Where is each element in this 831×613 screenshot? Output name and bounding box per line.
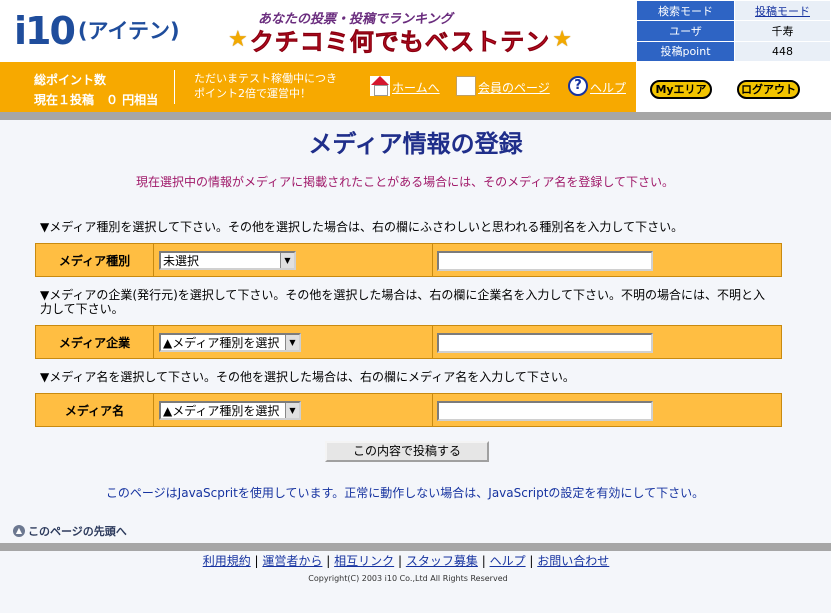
help-icon: ? — [568, 76, 588, 96]
instruction-media-name: ▼メディア名を選択して下さい。その他を選択した場合は、右の欄にメディア名を入力し… — [40, 370, 575, 384]
up-arrow-icon: ▲ — [13, 525, 25, 537]
separator: | — [254, 554, 259, 568]
points-value: 448 — [734, 40, 831, 63]
footer-link-help[interactable]: ヘルプ — [490, 554, 526, 568]
footer-link-mutual-links[interactable]: 相互リンク — [334, 554, 394, 568]
logout-button[interactable]: ログアウト — [737, 80, 800, 99]
back-to-top-label: このページの先頭へ — [28, 525, 127, 538]
footer-link-staff-recruit[interactable]: スタッフ募集 — [406, 554, 478, 568]
footer-link-from-operator[interactable]: 運営者から — [262, 554, 322, 568]
chevron-down-icon: ▼ — [285, 403, 299, 418]
home-icon — [370, 76, 390, 96]
media-type-input[interactable] — [437, 251, 653, 271]
divider — [0, 543, 831, 551]
my-area-button[interactable]: Myエリア — [650, 80, 712, 99]
back-to-top-link[interactable]: ▲ このページの先頭へ — [13, 523, 127, 539]
member-page-icon — [456, 76, 476, 96]
separator: | — [397, 554, 403, 568]
chevron-down-icon: ▼ — [280, 253, 294, 268]
nav-help[interactable]: ? ヘルプ — [568, 76, 626, 96]
copyright: Copyright(C) 2003 i10 Co.,Ltd All Rights… — [308, 574, 508, 583]
nav-home[interactable]: ホームへ — [370, 76, 440, 96]
instruction-line: 力して下さい。 — [40, 302, 124, 316]
divider — [174, 70, 175, 104]
submit-button[interactable]: この内容で投稿する — [325, 441, 489, 462]
nav-member[interactable]: 会員のページ — [456, 76, 550, 96]
chevron-down-icon: ▼ — [285, 335, 299, 350]
nav-help-label: ヘルプ — [590, 81, 627, 95]
notice-line: ポイント2倍で運営中！ — [194, 87, 311, 100]
points-title: 総ポイント数 — [34, 73, 107, 87]
notice-line: ただいまテスト稼働中につき — [194, 72, 337, 85]
media-name-input[interactable] — [437, 401, 653, 421]
points-summary: 現在１投稿 ０ 円相当 — [34, 93, 159, 107]
form-row-media-company: メディア企業 ▲メディア種別を選択 ▼ — [35, 325, 782, 359]
page-subtitle: 現在選択中の情報がメディアに掲載されたことがある場合には、そのメディア名を登録し… — [136, 175, 674, 189]
media-company-label: メディア企業 — [36, 326, 154, 358]
test-notice: ただいまテスト稼働中につき ポイント2倍で運営中！ — [194, 71, 337, 101]
media-company-input[interactable] — [437, 333, 653, 353]
total-points: 総ポイント数 現在１投稿 ０ 円相当 — [34, 70, 158, 110]
separator: | — [529, 554, 534, 568]
media-company-select-value: ▲メディア種別を選択 — [163, 336, 280, 350]
media-type-select-value: 未選択 — [163, 254, 200, 268]
form-row-media-name: メディア名 ▲メディア種別を選択 ▼ — [35, 393, 782, 427]
page-title: メディア情報の登録 — [308, 130, 523, 158]
banner-title: クチコミ何でもベストテン — [249, 28, 551, 57]
javascript-note: このページはJavaScpritを使用しています。正常に動作しない場合は、Jav… — [105, 486, 705, 500]
media-name-select[interactable]: ▲メディア種別を選択 ▼ — [159, 401, 301, 420]
separator: | — [326, 554, 331, 568]
instruction-line: ▼メディアの企業(発行元)を選択して下さい。その他を選択した場合は、右の欄に企業… — [40, 288, 766, 302]
search-mode-link[interactable]: 検索モード — [636, 0, 735, 22]
form-row-media-type: メディア種別 未選択 ▼ — [35, 243, 782, 277]
nav-home-label: ホームへ — [392, 81, 440, 95]
nav-member-label: 会員のページ — [478, 81, 550, 95]
footer-link-contact[interactable]: お問い合わせ — [537, 554, 609, 568]
user-info-table: 検索モード 投稿モード ユーザ 千寿 投稿point 448 — [636, 0, 831, 63]
footer-link-terms[interactable]: 利用規約 — [203, 554, 251, 568]
site-header: i10 (アイテン) あなたの投票・投稿でランキング ★ クチコミ何でもベストテ… — [0, 0, 831, 112]
site-logo[interactable]: i10 (アイテン) — [14, 10, 180, 52]
star-icon: ★ — [228, 26, 248, 52]
user-value: 千寿 — [734, 20, 831, 42]
star-icon: ★ — [552, 26, 572, 52]
banner: ★ クチコミ何でもベストテン ★ — [228, 22, 572, 57]
status-bar: 総ポイント数 現在１投稿 ０ 円相当 ただいまテスト稼働中につき ポイント2倍で… — [0, 62, 636, 112]
post-mode-link[interactable]: 投稿モード — [755, 5, 810, 18]
divider — [0, 112, 831, 120]
user-label: ユーザ — [636, 20, 735, 42]
instruction-media-type: ▼メディア種別を選択して下さい。その他を選択した場合は、右の欄にふさわしいと思わ… — [40, 220, 684, 234]
footer-links: 利用規約 | 運営者から | 相互リンク | スタッフ募集 | ヘルプ | お問… — [0, 552, 812, 569]
media-type-select[interactable]: 未選択 ▼ — [159, 251, 296, 270]
logo-mark: i10 — [14, 9, 76, 53]
logo-area: i10 (アイテン) あなたの投票・投稿でランキング ★ クチコミ何でもベストテ… — [0, 0, 636, 62]
points-label: 投稿point — [636, 40, 735, 63]
media-name-label: メディア名 — [36, 394, 154, 426]
media-type-label: メディア種別 — [36, 244, 154, 276]
media-company-select[interactable]: ▲メディア種別を選択 ▼ — [159, 333, 301, 352]
instruction-media-company: ▼メディアの企業(発行元)を選択して下さい。その他を選択した場合は、右の欄に企業… — [40, 288, 765, 316]
media-name-select-value: ▲メディア種別を選択 — [163, 404, 280, 418]
separator: | — [481, 554, 486, 568]
logo-kana: (アイテン) — [77, 18, 180, 43]
